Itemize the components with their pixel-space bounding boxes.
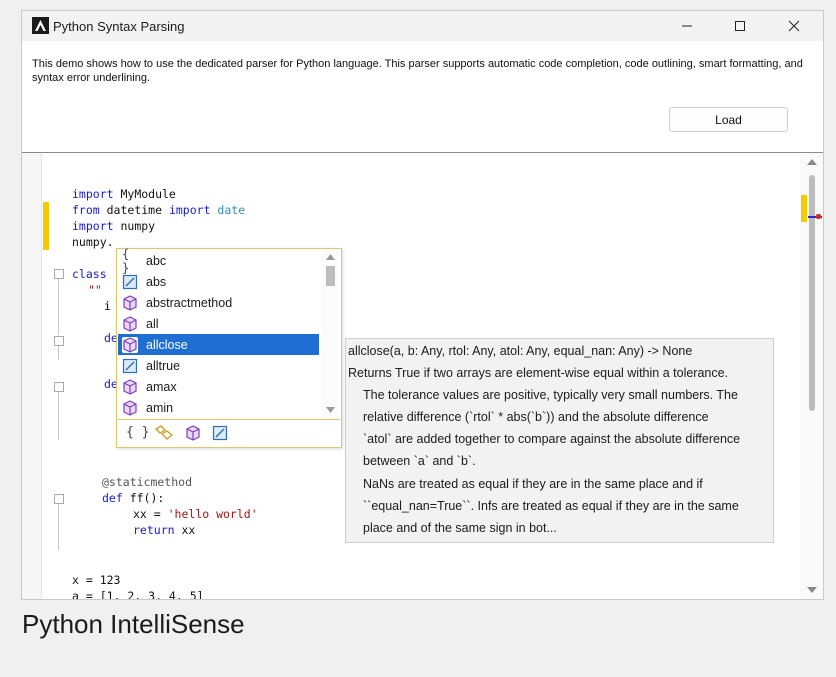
completion-scrollbar[interactable]: [322, 250, 339, 418]
code-line: class: [72, 267, 107, 281]
tooltip-body-line: between `a` and `b`.: [363, 454, 476, 468]
scroll-down-icon[interactable]: [807, 587, 817, 593]
code-line: import numpy: [72, 219, 156, 233]
code-line-current: numpy.: [72, 235, 114, 249]
window-title: Python Syntax Parsing: [53, 19, 185, 34]
maximize-button[interactable]: [717, 11, 763, 41]
fold-line: [58, 279, 59, 335]
maximize-icon: [735, 21, 745, 31]
completion-item-label: amin: [146, 400, 174, 415]
tooltip-signature: allclose(a, b: Any, rtol: Any, atol: Any…: [348, 344, 693, 358]
code-line: from datetime import date: [72, 203, 246, 217]
completion-item[interactable]: allclose: [118, 334, 319, 355]
cube-icon: [122, 315, 138, 332]
braces-icon: { }: [122, 246, 130, 275]
code-line: def ff():: [102, 491, 165, 505]
scroll-up-icon[interactable]: [326, 254, 335, 260]
load-button[interactable]: Load: [669, 107, 788, 132]
completion-item-label: allclose: [146, 337, 188, 352]
code-line: xx = 'hello world': [133, 507, 258, 521]
fold-toggle[interactable]: [54, 336, 64, 346]
demo-caption: Python IntelliSense: [22, 609, 245, 639]
cube-icon: [122, 378, 138, 395]
code-line: a = [1, 2, 3, 4, 5]: [72, 589, 204, 599]
completion-item[interactable]: amax: [118, 376, 319, 397]
app-logo-icon: [32, 17, 49, 34]
completion-item[interactable]: amin: [118, 397, 319, 418]
braces-icon[interactable]: { }: [126, 425, 149, 440]
minimize-button[interactable]: [664, 11, 710, 41]
quick-info-tooltip: allclose(a, b: Any, rtol: Any, atol: Any…: [345, 338, 774, 543]
fold-toggle[interactable]: [54, 382, 64, 392]
minimize-icon: [682, 25, 692, 27]
fold-toggle[interactable]: [54, 494, 64, 504]
code-line: import MyModule: [72, 187, 176, 201]
completion-list[interactable]: { } abc abs abstractmethod all allclose alltru…: [116, 246, 342, 448]
scroll-up-icon[interactable]: [807, 159, 817, 165]
completion-item-label: all: [146, 316, 159, 331]
editor-scroll-thumb[interactable]: [809, 175, 815, 411]
change-overview-marker: [801, 195, 807, 222]
cube-icon: [122, 294, 138, 311]
completion-item-label: alltrue: [146, 358, 181, 373]
title-bar[interactable]: Python Syntax Parsing: [22, 11, 823, 41]
demo-description: This demo shows how to use the dedicated…: [32, 58, 803, 84]
completion-item-label: abs: [146, 274, 167, 289]
cube-icon[interactable]: [185, 425, 201, 441]
tooltip-summary: Returns True if two arrays are element-w…: [348, 366, 729, 380]
fold-line: [58, 392, 59, 440]
code-editor[interactable]: import MyModule from datetime import dat…: [22, 153, 823, 599]
tooltip-body-line: The tolerance values are positive, typic…: [363, 388, 738, 402]
tooltip-body-line: `atol` are added together to compare aga…: [363, 432, 741, 446]
change-marker: [43, 202, 49, 250]
completion-item-label: abstractmethod: [146, 295, 233, 310]
code-line: i: [104, 299, 111, 313]
completion-item[interactable]: { } abc: [118, 246, 319, 275]
code-line: x = 123: [72, 573, 121, 587]
cube-icon: [122, 399, 138, 416]
completion-filter-bar: { }: [118, 419, 340, 447]
demo-window: Python Syntax Parsing This demo shows ho…: [21, 10, 824, 600]
completion-scroll-thumb[interactable]: [326, 266, 335, 286]
tooltip-body-line: relative difference (`rtol` * abs(`b`)) …: [363, 410, 709, 424]
editor-scrollbar[interactable]: [800, 153, 823, 599]
completion-item-label: abc: [146, 253, 167, 268]
cube-icon: [122, 336, 138, 353]
completion-item[interactable]: all: [118, 313, 319, 334]
tooltip-body-line: NaNs are treated as equal if they are in…: [363, 477, 703, 491]
method-icon: [122, 358, 138, 374]
keyword-icon[interactable]: [155, 425, 173, 441]
close-button[interactable]: [771, 11, 817, 41]
close-icon: [788, 20, 800, 32]
error-marker: [816, 214, 821, 219]
fold-toggle[interactable]: [54, 269, 64, 279]
fold-line: [58, 504, 59, 550]
completion-item[interactable]: alltrue: [118, 355, 319, 376]
fold-line: [58, 346, 59, 360]
method-icon: [122, 274, 138, 290]
tooltip-body-line: ``equal_nan=True``. Infs are treated as …: [363, 499, 739, 513]
tooltip-body-line: place and of the same sign in bot...: [363, 521, 557, 535]
code-line: return xx: [133, 523, 196, 537]
completion-item-label: amax: [146, 379, 177, 394]
scroll-down-icon[interactable]: [326, 407, 335, 413]
code-line: @staticmethod: [102, 475, 193, 489]
code-line: "": [88, 283, 102, 297]
completion-item[interactable]: abs: [118, 271, 319, 292]
editor-gutter: [22, 153, 42, 599]
method-icon[interactable]: [212, 425, 228, 441]
completion-item[interactable]: abstractmethod: [118, 292, 319, 313]
